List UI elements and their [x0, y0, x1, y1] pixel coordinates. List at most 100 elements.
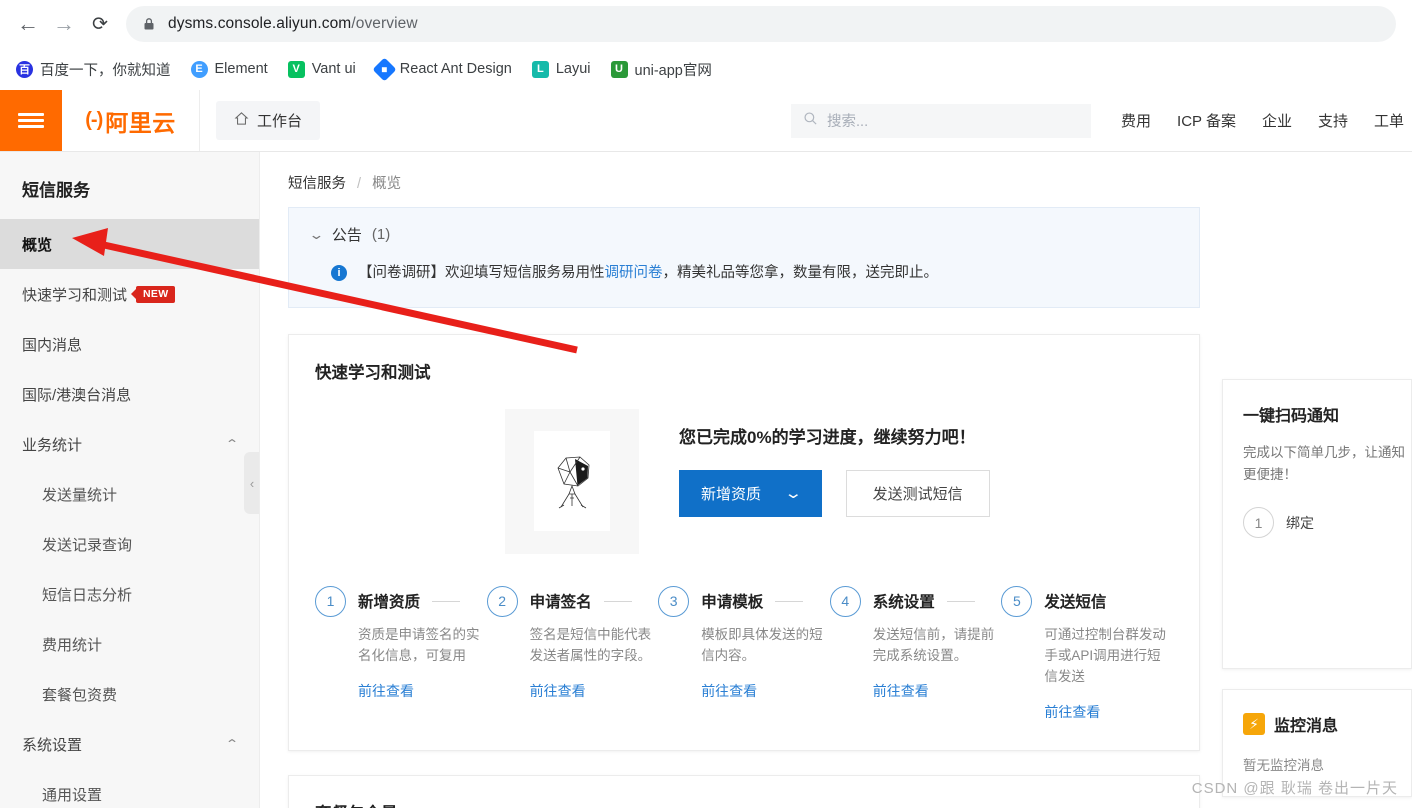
bookmark-baidu[interactable]: 百 百度一下，你就知道 [8, 55, 179, 84]
aliyun-logo[interactable]: (-) 阿里云 [62, 90, 200, 151]
info-icon: i [331, 265, 347, 281]
step-title: 发送短信 [1044, 594, 1107, 612]
sidebar-item-fee-stats[interactable]: 费用统计 [0, 619, 259, 669]
sidebar-item-label: 国内消息 [22, 336, 83, 354]
bookmark-layui[interactable]: L Layui [524, 57, 599, 82]
survey-link[interactable]: 调研问卷 [605, 265, 663, 281]
scan-notify-card: 一键扫码通知 完成以下简单几步，让通知 更便捷！ 1 绑定 [1222, 379, 1412, 669]
announcement-header[interactable]: ⌄ 公告 (1) [308, 224, 1177, 245]
robot-mascot-icon [534, 431, 610, 532]
sidebar-item-package-pricing[interactable]: 套餐包资费 [0, 669, 259, 719]
sidebar-group-system-settings[interactable]: 系统设置 ⌃ [0, 719, 259, 769]
lock-icon [142, 17, 156, 31]
watermark: CSDN @跟 耿瑞 卷出一片天 [1191, 780, 1398, 797]
scan-step-number: 1 [1243, 507, 1274, 539]
add-qualification-button[interactable]: 新增资质 ⌄ [679, 469, 822, 517]
announcement-text-before: 【问卷调研】欢迎填写短信服务易用性 [358, 265, 605, 281]
bookmark-label: Element [214, 61, 268, 77]
sidebar-item-international-sms[interactable]: 国际/港澳台消息 [0, 369, 259, 419]
sidebar-item-label: 通用设置 [42, 786, 103, 804]
bookmark-uniapp[interactable]: U uni-app官网 [603, 55, 720, 84]
sidebar-item-general-settings[interactable]: 通用设置 [0, 769, 259, 808]
bookmark-label: Layui [555, 61, 591, 77]
announcement-title: 公告 [331, 227, 362, 244]
breadcrumb-current: 概览 [372, 176, 402, 192]
content-columns: ⌄ 公告 (1) i 【问卷调研】欢迎填写短信服务易用性调研问卷，精美礼品等您拿… [260, 207, 1412, 808]
quick-learn-title: 快速学习和测试 [315, 363, 431, 382]
header-link-enterprise[interactable]: 企业 [1262, 110, 1292, 131]
breadcrumb: 短信服务 / 概览 [260, 152, 1412, 207]
layui-icon: L [531, 60, 549, 78]
step-link[interactable]: 前往查看 [530, 683, 586, 699]
step-number: 1 [315, 585, 346, 617]
sidebar-item-label: 国际/港澳台消息 [22, 386, 132, 404]
sidebar-item-sms-log-analysis[interactable]: 短信日志分析 [0, 569, 259, 619]
ant-design-icon: ◆ [372, 56, 397, 82]
bookmark-react-ant-design[interactable]: ◆ React Ant Design [368, 56, 520, 82]
scan-step-item[interactable]: 1 绑定 [1243, 507, 1391, 539]
step-body: 申请签名 签名是短信中能代表发送者属性的字段。 前往查看 [530, 586, 656, 701]
sidebar-item-send-record-query[interactable]: 发送记录查询 [0, 519, 259, 569]
bookmark-label: 百度一下，你就知道 [40, 62, 171, 79]
step-link[interactable]: 前往查看 [701, 683, 757, 699]
step-number: 4 [829, 585, 861, 617]
learn-action-buttons: 新增资质 ⌄ 发送测试短信 [679, 469, 990, 517]
step-header: 发送短信 [1044, 586, 1170, 617]
sidebar-item-label: 短信日志分析 [42, 586, 133, 604]
step-body: 系统设置 发送短信前，请提前完成系统设置。 前往查看 [873, 586, 999, 701]
header-link-ticket[interactable]: 工单 [1374, 110, 1404, 131]
new-badge: NEW [136, 285, 176, 303]
step-link[interactable]: 前往查看 [1044, 704, 1100, 720]
header-link-support[interactable]: 支持 [1318, 110, 1348, 131]
vant-icon: V [287, 60, 305, 78]
bookmark-element[interactable]: E Element [183, 57, 276, 82]
header-link-fee[interactable]: 费用 [1121, 110, 1151, 131]
workbench-button[interactable]: 工作台 [216, 101, 321, 140]
announcement-item: i 【问卷调研】欢迎填写短信服务易用性调研问卷，精美礼品等您拿，数量有限，送完即… [311, 263, 1177, 285]
step-connector [603, 600, 632, 602]
sidebar-item-send-volume-stats[interactable]: 发送量统计 [0, 469, 259, 519]
element-icon: E [190, 60, 208, 78]
sidebar-item-label: 费用统计 [42, 636, 103, 654]
sidebar-item-label: 快速学习和测试 [22, 286, 128, 304]
scan-notify-subtitle-line1: 完成以下简单几步，让通知 [1243, 445, 1405, 460]
step-link[interactable]: 前往查看 [358, 683, 414, 699]
sidebar-item-overview[interactable]: 概览 [0, 219, 259, 269]
step-title: 系统设置 [872, 594, 935, 612]
sidebar-collapse-handle[interactable]: ‹ [244, 452, 259, 514]
chevron-left-icon: ‹ [249, 475, 255, 491]
sidebar-group-business-stats[interactable]: 业务统计 ⌃ [0, 419, 259, 469]
chevron-up-icon: ⌃ [224, 437, 240, 451]
step-header: 系统设置 [873, 586, 999, 617]
header-link-icp[interactable]: ICP 备案 [1177, 110, 1236, 131]
step-header: 新增资质 [358, 586, 484, 617]
sidebar-item-quick-learn[interactable]: 快速学习和测试 NEW [0, 269, 259, 319]
hamburger-icon[interactable] [0, 90, 62, 151]
chevron-up-icon: ⌃ [224, 737, 240, 751]
step-title: 申请模板 [701, 594, 764, 612]
scan-step-label: 绑定 [1286, 514, 1314, 531]
reload-button[interactable]: ⟳ [82, 6, 118, 42]
bookmark-vant[interactable]: V Vant ui [280, 57, 364, 82]
sidebar-item-domestic-sms[interactable]: 国内消息 [0, 319, 259, 369]
bookmarks-bar: 百 百度一下，你就知道 E Element V Vant ui ◆ React … [0, 48, 1412, 90]
send-test-sms-button[interactable]: 发送测试短信 [845, 469, 990, 517]
progress-text: 您已完成0%的学习进度，继续努力吧！ [679, 427, 976, 447]
baidu-icon: 百 [16, 60, 33, 78]
step-item: 4 系统设置 发送短信前，请提前完成系统设置。 前往查看 [829, 585, 1002, 701]
address-bar[interactable]: dysms.console.aliyun.com/overview [126, 6, 1396, 42]
send-test-sms-label: 发送测试短信 [872, 485, 963, 503]
search-input[interactable]: 搜索... [791, 103, 1092, 138]
logo-bracket-icon: (-) [85, 109, 103, 131]
url-text: dysms.console.aliyun.com/overview [168, 15, 418, 32]
sidebar-title: 短信服务 [22, 181, 90, 200]
step-link[interactable]: 前往查看 [873, 683, 929, 699]
step-description: 可通过控制台群发动手或API调用进行短信发送 [1044, 626, 1166, 684]
package-overview-title: 套餐包全景 [315, 800, 1173, 808]
learn-progress-row: 您已完成0%的学习进度，继续努力吧！ 新增资质 ⌄ 发送测试短信 [315, 408, 1173, 554]
quick-learn-card: 快速学习和测试 您已完成0%的学习进度，继续努力吧！ 新增资质 ⌄ 发送测试短信… [288, 333, 1200, 751]
back-button[interactable]: ← [10, 6, 46, 42]
breadcrumb-root[interactable]: 短信服务 [288, 176, 346, 192]
package-overview-card: 套餐包全景 [288, 774, 1200, 808]
forward-button[interactable]: → [46, 6, 82, 42]
